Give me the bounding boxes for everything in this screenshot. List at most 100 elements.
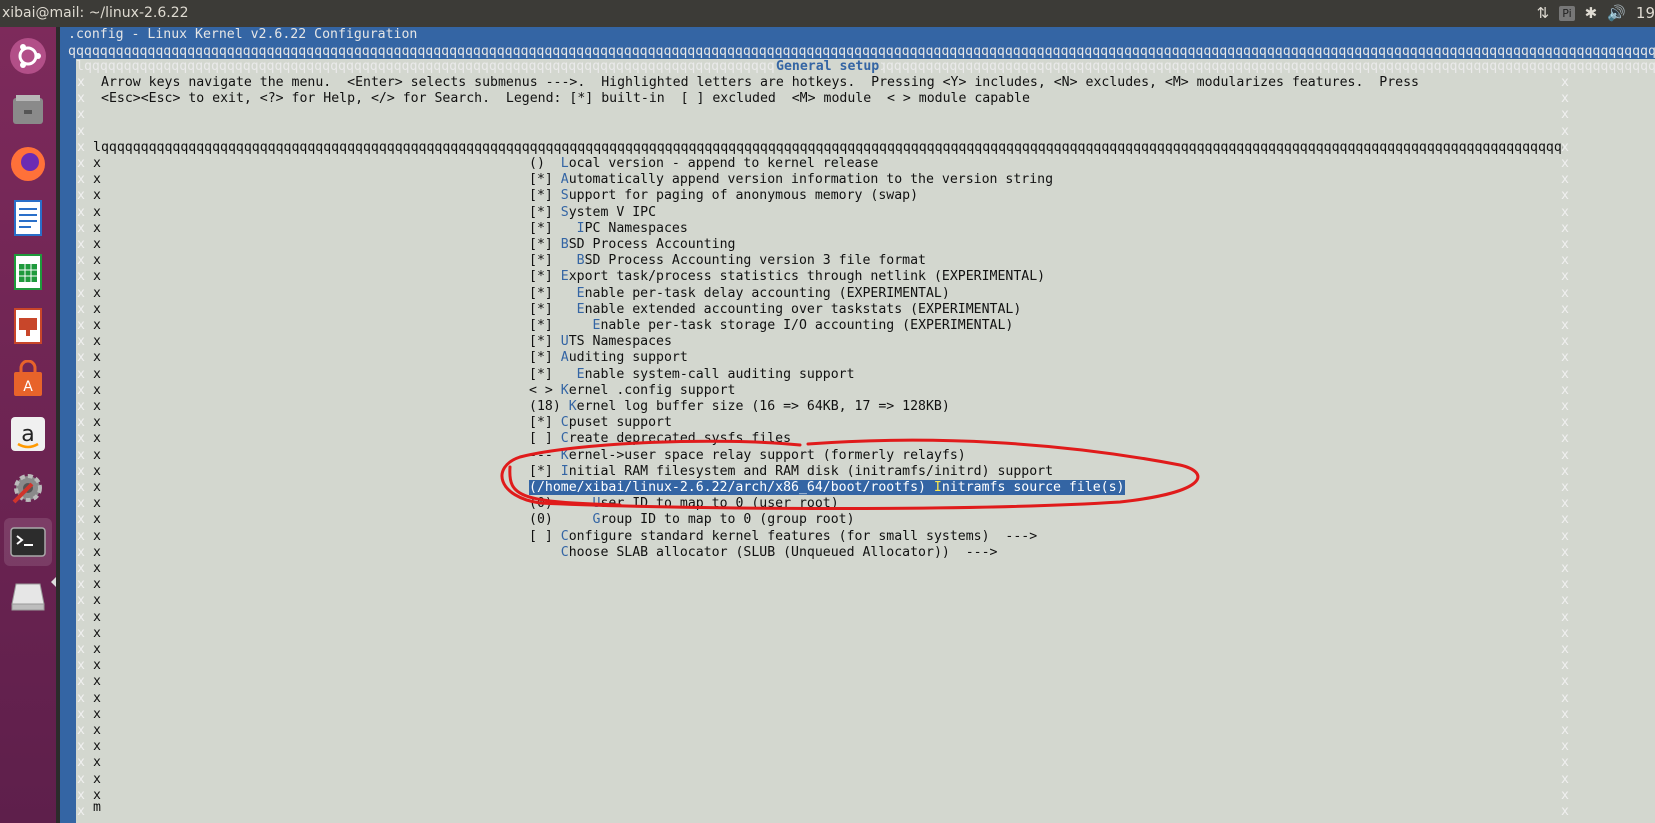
menu-right-border: x <box>1561 399 1569 414</box>
menu-right-border: x <box>1561 787 1569 803</box>
dialog-left-border: x <box>77 544 85 560</box>
menu-right-border: x <box>1561 204 1569 220</box>
help-text-line-1: Arrow keys navigate the menu. <Enter> se… <box>101 75 1419 90</box>
menu-item[interactable]: < > Kernel .config support <box>529 383 735 399</box>
firefox-icon[interactable] <box>4 140 52 188</box>
menu-item[interactable]: --- Kernel->user space relay support (fo… <box>529 448 966 464</box>
menu-item[interactable]: [*] Support for paging of anonymous memo… <box>529 188 918 204</box>
terminal-icon[interactable] <box>4 518 52 566</box>
menu-item-text: < > Kernel .config support <box>529 383 735 398</box>
dialog-left-border: x <box>77 674 85 690</box>
menu-item[interactable]: [ ] Configure standard kernel features (… <box>529 529 1037 545</box>
menu-item-label: nable per-task storage I/O accounting (E… <box>600 318 1014 333</box>
menu-right-border: x <box>1561 188 1569 204</box>
bluetooth-icon[interactable]: ✱ <box>1585 4 1598 22</box>
writer-icon[interactable] <box>4 194 52 242</box>
menu-item[interactable]: [*] IPC Namespaces <box>529 221 688 237</box>
menu-item-text: (0) Group ID to map to 0 (group root) <box>529 512 855 527</box>
indicator-area[interactable]: ⇅ Pi ✱ 🔊 19 <box>1537 4 1655 22</box>
terminal-window[interactable]: .config - Linux Kernel v2.6.22 Configura… <box>60 27 1655 823</box>
menu-item[interactable]: [*] Enable extended accounting over task… <box>529 302 1021 318</box>
menu-left-border: x <box>93 771 101 787</box>
menu-item-hotkey: E <box>560 269 569 285</box>
menu-right-border: x <box>1561 706 1569 722</box>
dialog-left-border: x <box>77 269 85 285</box>
dialog-left-border: x <box>77 609 85 625</box>
clock-text[interactable]: 19 <box>1636 4 1655 22</box>
menu-item[interactable]: [*] BSD Process Accounting version 3 fil… <box>529 253 926 269</box>
menu-item-hotkey: E <box>576 285 585 301</box>
dialog-left-border: x <box>77 771 85 787</box>
menu-item-prefix: [*] <box>529 237 561 252</box>
menu-item-label: ser ID to map to 0 (user root) <box>600 496 839 512</box>
menu-item-prefix: [*] <box>529 301 577 317</box>
menu-item[interactable]: (/home/xibai/linux-2.6.22/arch/x86_64/bo… <box>529 480 1125 496</box>
menu-left-border: x <box>93 447 101 463</box>
menu-item[interactable]: (0) Group ID to map to 0 (group root) <box>529 512 855 528</box>
menu-item[interactable]: [*] Initial RAM filesystem and RAM disk … <box>529 464 1053 480</box>
menu-left-border: x <box>93 625 101 641</box>
keyboard-indicator-icon[interactable]: Pi <box>1559 5 1575 21</box>
menu-left-border: x <box>93 561 101 576</box>
menu-item[interactable]: [*] Automatically append version informa… <box>529 172 1053 188</box>
drive-icon[interactable] <box>4 572 52 620</box>
menu-right-border: x <box>1561 447 1569 463</box>
impress-icon[interactable] <box>4 302 52 350</box>
system-settings-icon[interactable] <box>4 464 52 512</box>
menu-item[interactable]: [*] Cpuset support <box>529 415 672 431</box>
menu-item-text: Choose SLAB allocator (SLUB (Unqueued Al… <box>529 545 998 560</box>
menu-item[interactable]: () Local version - append to kernel rele… <box>529 156 878 172</box>
menu-item-text: [*] Initial RAM filesystem and RAM disk … <box>529 464 1053 479</box>
menu-item-text: [*] Enable per-task storage I/O accounti… <box>529 318 1013 333</box>
amazon-icon[interactable]: a <box>4 410 52 458</box>
software-center-icon[interactable]: A <box>4 356 52 404</box>
menu-item[interactable]: [*] System V IPC <box>529 205 656 221</box>
files-icon[interactable] <box>4 86 52 134</box>
ubuntu-dash-icon[interactable] <box>4 32 52 80</box>
menu-item[interactable]: [*] Enable per-task delay accounting (EX… <box>529 286 950 302</box>
system-top-bar: xibai@mail: ~/linux-2.6.22 ⇅ Pi ✱ 🔊 19 <box>0 0 1655 27</box>
dialog-left-border: x <box>77 237 85 252</box>
volume-icon[interactable]: 🔊 <box>1607 4 1626 22</box>
menu-right-border: x <box>1561 544 1569 560</box>
menu-item-hotkey: L <box>560 156 569 171</box>
menu-left-border: x <box>93 399 101 414</box>
svg-text:a: a <box>21 422 34 447</box>
dialog-left-border: x <box>77 658 85 674</box>
dialog-left-border: x <box>77 755 85 771</box>
menu-item-text: () Local version - append to kernel rele… <box>529 156 878 171</box>
network-indicator-icon[interactable]: ⇅ <box>1537 4 1550 22</box>
menu-item[interactable]: Choose SLAB allocator (SLUB (Unqueued Al… <box>529 545 998 561</box>
menu-item-text: [ ] Create deprecated sysfs files <box>529 431 791 446</box>
menu-item[interactable]: [*] BSD Process Accounting <box>529 237 735 253</box>
menu-right-border: x <box>1561 804 1569 819</box>
menu-left-border: x <box>93 415 101 431</box>
menu-left-border: x <box>93 674 101 690</box>
menu-right-border: x <box>1561 658 1569 674</box>
dialog-left-border: x <box>77 512 85 528</box>
menu-left-border: x <box>93 334 101 350</box>
menu-item[interactable]: (0) User ID to map to 0 (user root) <box>529 496 839 512</box>
dialog-left-border: x <box>77 334 85 350</box>
menu-right-border: x <box>1561 674 1569 690</box>
menu-item[interactable]: [*] Enable per-task storage I/O accounti… <box>529 318 1013 334</box>
menu-right-border: x <box>1561 561 1569 576</box>
menu-right-border: x <box>1561 577 1569 593</box>
menu-item-label: TS Namespaces <box>568 334 672 350</box>
dialog-left-border: x <box>77 318 85 333</box>
menu-left-border: x <box>93 285 101 301</box>
menu-item[interactable]: [ ] Create deprecated sysfs files <box>529 431 791 447</box>
menu-right-border: x <box>1561 123 1569 139</box>
menu-item[interactable]: [*] Auditing support <box>529 350 688 366</box>
menu-item[interactable]: [*] Enable system-call auditing support <box>529 367 855 383</box>
menu-item[interactable]: [*] Export task/process statistics throu… <box>529 269 1045 285</box>
menu-item[interactable]: [*] UTS Namespaces <box>529 334 672 350</box>
dialog-left-border: x <box>77 528 85 544</box>
menu-right-border: x <box>1561 480 1569 495</box>
menu-item-hotkey: I <box>576 220 585 236</box>
calc-icon[interactable] <box>4 248 52 296</box>
menu-item-prefix: [*] <box>529 269 561 285</box>
menu-item[interactable]: (18) Kernel log buffer size (16 => 64KB,… <box>529 399 950 415</box>
help-text-line-2: <Esc><Esc> to exit, <?> for Help, </> fo… <box>101 91 1030 106</box>
menu-item-text: (/home/xibai/linux-2.6.22/arch/x86_64/bo… <box>529 480 1125 495</box>
